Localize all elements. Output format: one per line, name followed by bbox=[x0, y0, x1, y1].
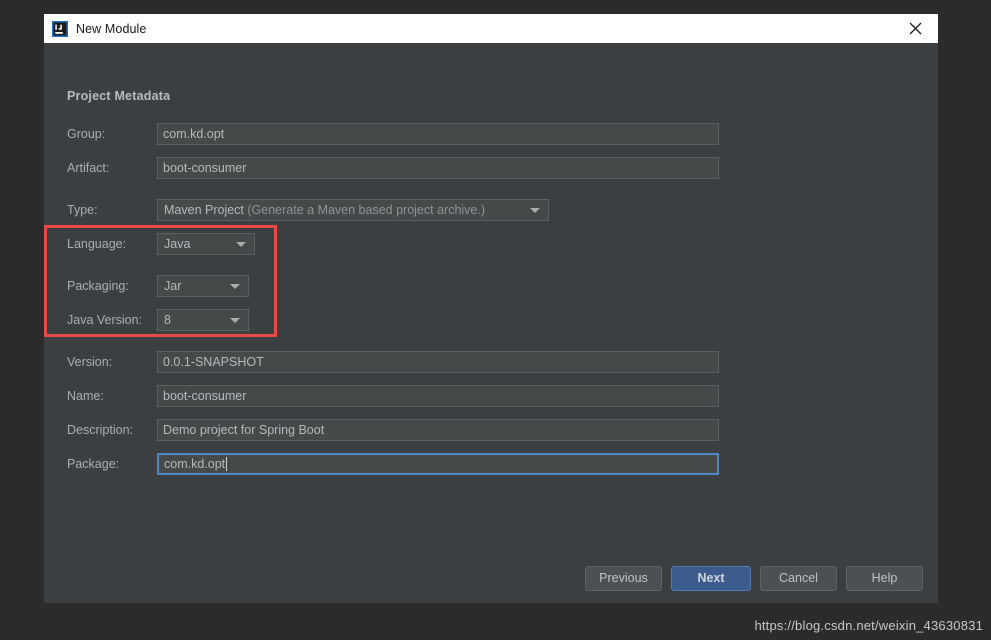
label-version: Version: bbox=[67, 355, 113, 369]
label-artifact: Artifact: bbox=[67, 161, 110, 175]
field-row-language: Language: Java bbox=[67, 233, 255, 255]
cancel-button[interactable]: Cancel bbox=[760, 565, 837, 591]
new-module-dialog: New Module Project Metadata Group: com.k… bbox=[44, 14, 938, 603]
type-select-value: Maven Project bbox=[164, 203, 244, 217]
field-row-version: Version: 0.0.1-SNAPSHOT bbox=[67, 351, 719, 373]
packaging-select[interactable]: Jar bbox=[157, 275, 249, 297]
java-version-select[interactable]: 8 bbox=[157, 309, 249, 331]
packaging-select-value: Jar bbox=[164, 279, 182, 293]
chevron-down-icon bbox=[230, 317, 240, 323]
field-row-group: Group: com.kd.opt bbox=[67, 123, 719, 145]
dialog-body: Project Metadata Group: com.kd.opt Artif… bbox=[44, 43, 938, 603]
dialog-titlebar: New Module bbox=[44, 14, 938, 43]
dialog-button-bar: Previous Next Cancel Help bbox=[44, 563, 938, 593]
field-row-type: Type: Maven Project (Generate a Maven ba… bbox=[67, 199, 549, 221]
page-title: Project Metadata bbox=[67, 89, 171, 103]
label-packaging: Packaging: bbox=[67, 279, 129, 293]
chevron-down-icon bbox=[530, 207, 540, 213]
chevron-down-icon bbox=[230, 283, 240, 289]
language-select-value: Java bbox=[164, 237, 191, 251]
dialog-title: New Module bbox=[76, 21, 147, 36]
field-row-package: Package: com.kd.opt bbox=[67, 453, 719, 475]
label-name: Name: bbox=[67, 389, 104, 403]
help-button[interactable]: Help bbox=[846, 565, 923, 591]
type-select-hint: (Generate a Maven based project archive.… bbox=[247, 203, 486, 217]
field-row-java-version: Java Version: 8 bbox=[67, 309, 249, 331]
type-select[interactable]: Maven Project (Generate a Maven based pr… bbox=[157, 199, 549, 221]
group-input[interactable]: com.kd.opt bbox=[157, 123, 719, 145]
label-group: Group: bbox=[67, 127, 106, 141]
version-input[interactable]: 0.0.1-SNAPSHOT bbox=[157, 351, 719, 373]
intellij-idea-icon bbox=[52, 20, 68, 37]
field-row-name: Name: boot-consumer bbox=[67, 385, 719, 407]
field-row-description: Description: Demo project for Spring Boo… bbox=[67, 419, 719, 441]
watermark-url: https://blog.csdn.net/weixin_43630831 bbox=[754, 618, 983, 633]
close-icon[interactable] bbox=[892, 14, 938, 43]
field-row-packaging: Packaging: Jar bbox=[67, 275, 249, 297]
next-button[interactable]: Next bbox=[671, 565, 751, 591]
chevron-down-icon bbox=[236, 241, 246, 247]
java-version-select-value: 8 bbox=[164, 313, 171, 327]
package-input-value: com.kd.opt bbox=[164, 457, 226, 471]
package-input[interactable]: com.kd.opt bbox=[157, 453, 719, 475]
label-language: Language: bbox=[67, 237, 127, 251]
text-caret bbox=[226, 457, 228, 471]
language-select[interactable]: Java bbox=[157, 233, 255, 255]
name-input[interactable]: boot-consumer bbox=[157, 385, 719, 407]
field-row-artifact: Artifact: boot-consumer bbox=[67, 157, 719, 179]
previous-button[interactable]: Previous bbox=[585, 565, 662, 591]
artifact-input[interactable]: boot-consumer bbox=[157, 157, 719, 179]
label-java-version: Java Version: bbox=[67, 313, 143, 327]
description-input[interactable]: Demo project for Spring Boot bbox=[157, 419, 719, 441]
label-description: Description: bbox=[67, 423, 133, 437]
label-package: Package: bbox=[67, 457, 120, 471]
label-type: Type: bbox=[67, 203, 98, 217]
